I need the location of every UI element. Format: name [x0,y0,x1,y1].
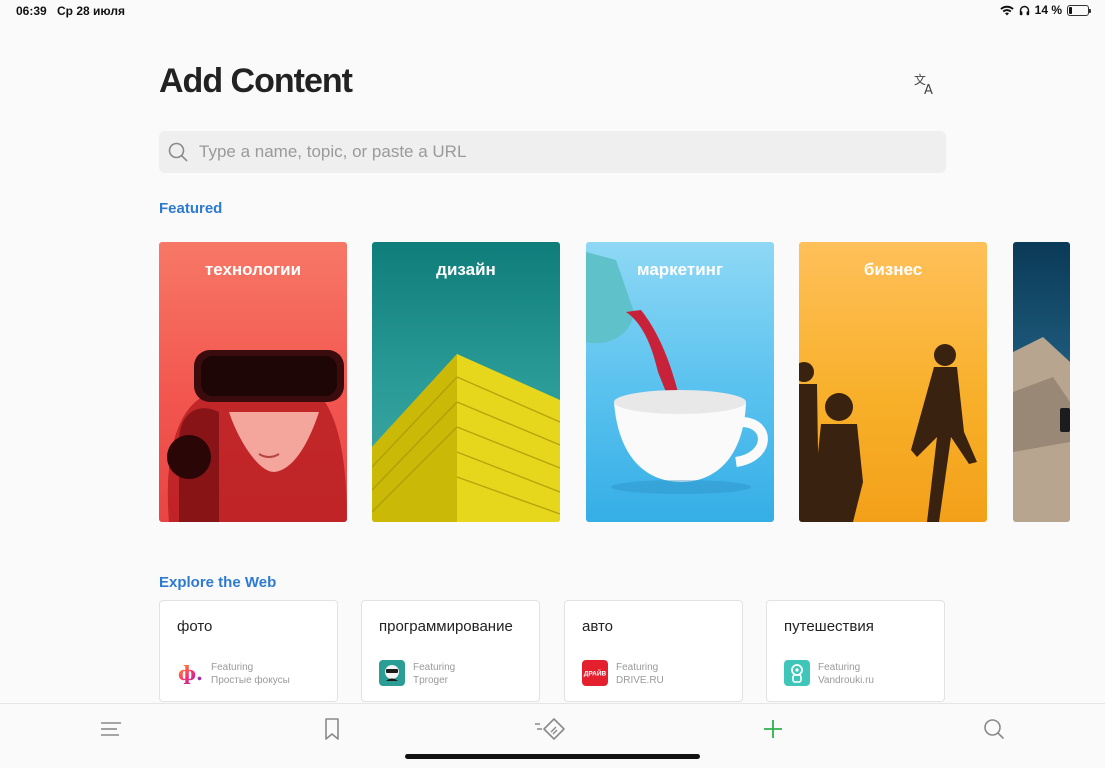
status-date: Ср 28 июля [57,4,125,18]
featured-card-label: технологии [204,260,302,279]
feedly-icon[interactable] [534,716,568,742]
battery-icon [1067,4,1091,16]
bookmark-icon[interactable] [319,716,345,742]
featured-card-business[interactable]: бизнес [799,242,987,522]
explore-card-featuring: Featuring Простые фокусы [211,661,290,687]
wifi-icon [999,5,1014,15]
featured-card-landscape[interactable] [1013,242,1070,522]
search-box[interactable] [159,131,946,173]
vandrouki-logo [784,660,810,686]
headphones-icon [1019,5,1029,15]
yellow-building-image [372,354,560,522]
explore-card-programming[interactable]: программирование Featuring Tproger [361,600,540,702]
explore-label: Explore the Web [159,574,277,591]
status-right: 14 % [999,3,1091,17]
featuring-label: Featuring [818,662,861,673]
featured-carousel[interactable]: технологии дизайн маркетинг бизнес [159,242,1070,522]
explore-card-title: путешествия [784,618,874,635]
status-time: 06:39 [16,4,47,18]
svg-text:A: A [924,83,933,97]
tproger-logo [379,660,405,686]
featured-card-design[interactable]: дизайн [372,242,560,522]
vr-headset-image [167,350,347,522]
search-tab-icon[interactable] [981,716,1007,742]
featuring-label: Featuring [616,662,659,673]
explore-card-travel[interactable]: путешествия Featuring Vandrouki.ru [766,600,945,702]
logo-text: ф. [178,661,203,685]
teapot-cup-image [586,252,768,494]
explore-card-featuring: Featuring Tproger [413,661,455,687]
explore-card-title: программирование [379,618,513,635]
featured-label: Featured [159,200,223,217]
featured-card-label: маркетинг [636,260,724,279]
drive-ru-logo: ДРАЙВ [582,660,608,686]
battery-percent: 14 % [1034,3,1062,17]
explore-card-title: фото [177,618,213,635]
featuring-source: DRIVE.RU [616,675,664,686]
featured-card-label: дизайн [436,260,496,279]
search-icon [168,142,188,162]
battery-level [1069,6,1072,14]
status-bar: 06:39 Ср 28 июля 14 % [0,0,1105,24]
explore-card-featuring: Featuring Vandrouki.ru [818,661,874,687]
walking-silhouettes-image [799,344,977,522]
featuring-source: Простые фокусы [211,675,290,686]
menu-icon[interactable] [98,716,124,742]
featured-card-label: бизнес [863,260,923,279]
add-icon[interactable] [760,716,786,742]
logo-text: ДРАЙВ [584,669,607,678]
translate-icon[interactable]: 文 A [912,71,938,97]
featured-card-tech[interactable]: технологии [159,242,347,522]
explore-card-auto[interactable]: авто ДРАЙВ Featuring DRIVE.RU [564,600,743,702]
featuring-label: Featuring [211,662,254,673]
featured-card-marketing[interactable]: маркетинг [586,242,774,522]
featuring-source: Tproger [413,675,449,686]
explore-card-title: авто [582,618,614,635]
aerial-landscape-image [1013,337,1070,522]
prostye-fokusy-logo: ф. [177,660,203,686]
home-indicator[interactable] [405,754,700,759]
page-title: Add Content [159,62,353,100]
explore-card-photo[interactable]: фото ф. Featuring Простые фокусы [159,600,338,702]
search-input[interactable] [199,131,929,173]
explore-card-featuring: Featuring DRIVE.RU [616,661,664,687]
featuring-label: Featuring [413,662,456,673]
featuring-source: Vandrouki.ru [818,675,874,686]
